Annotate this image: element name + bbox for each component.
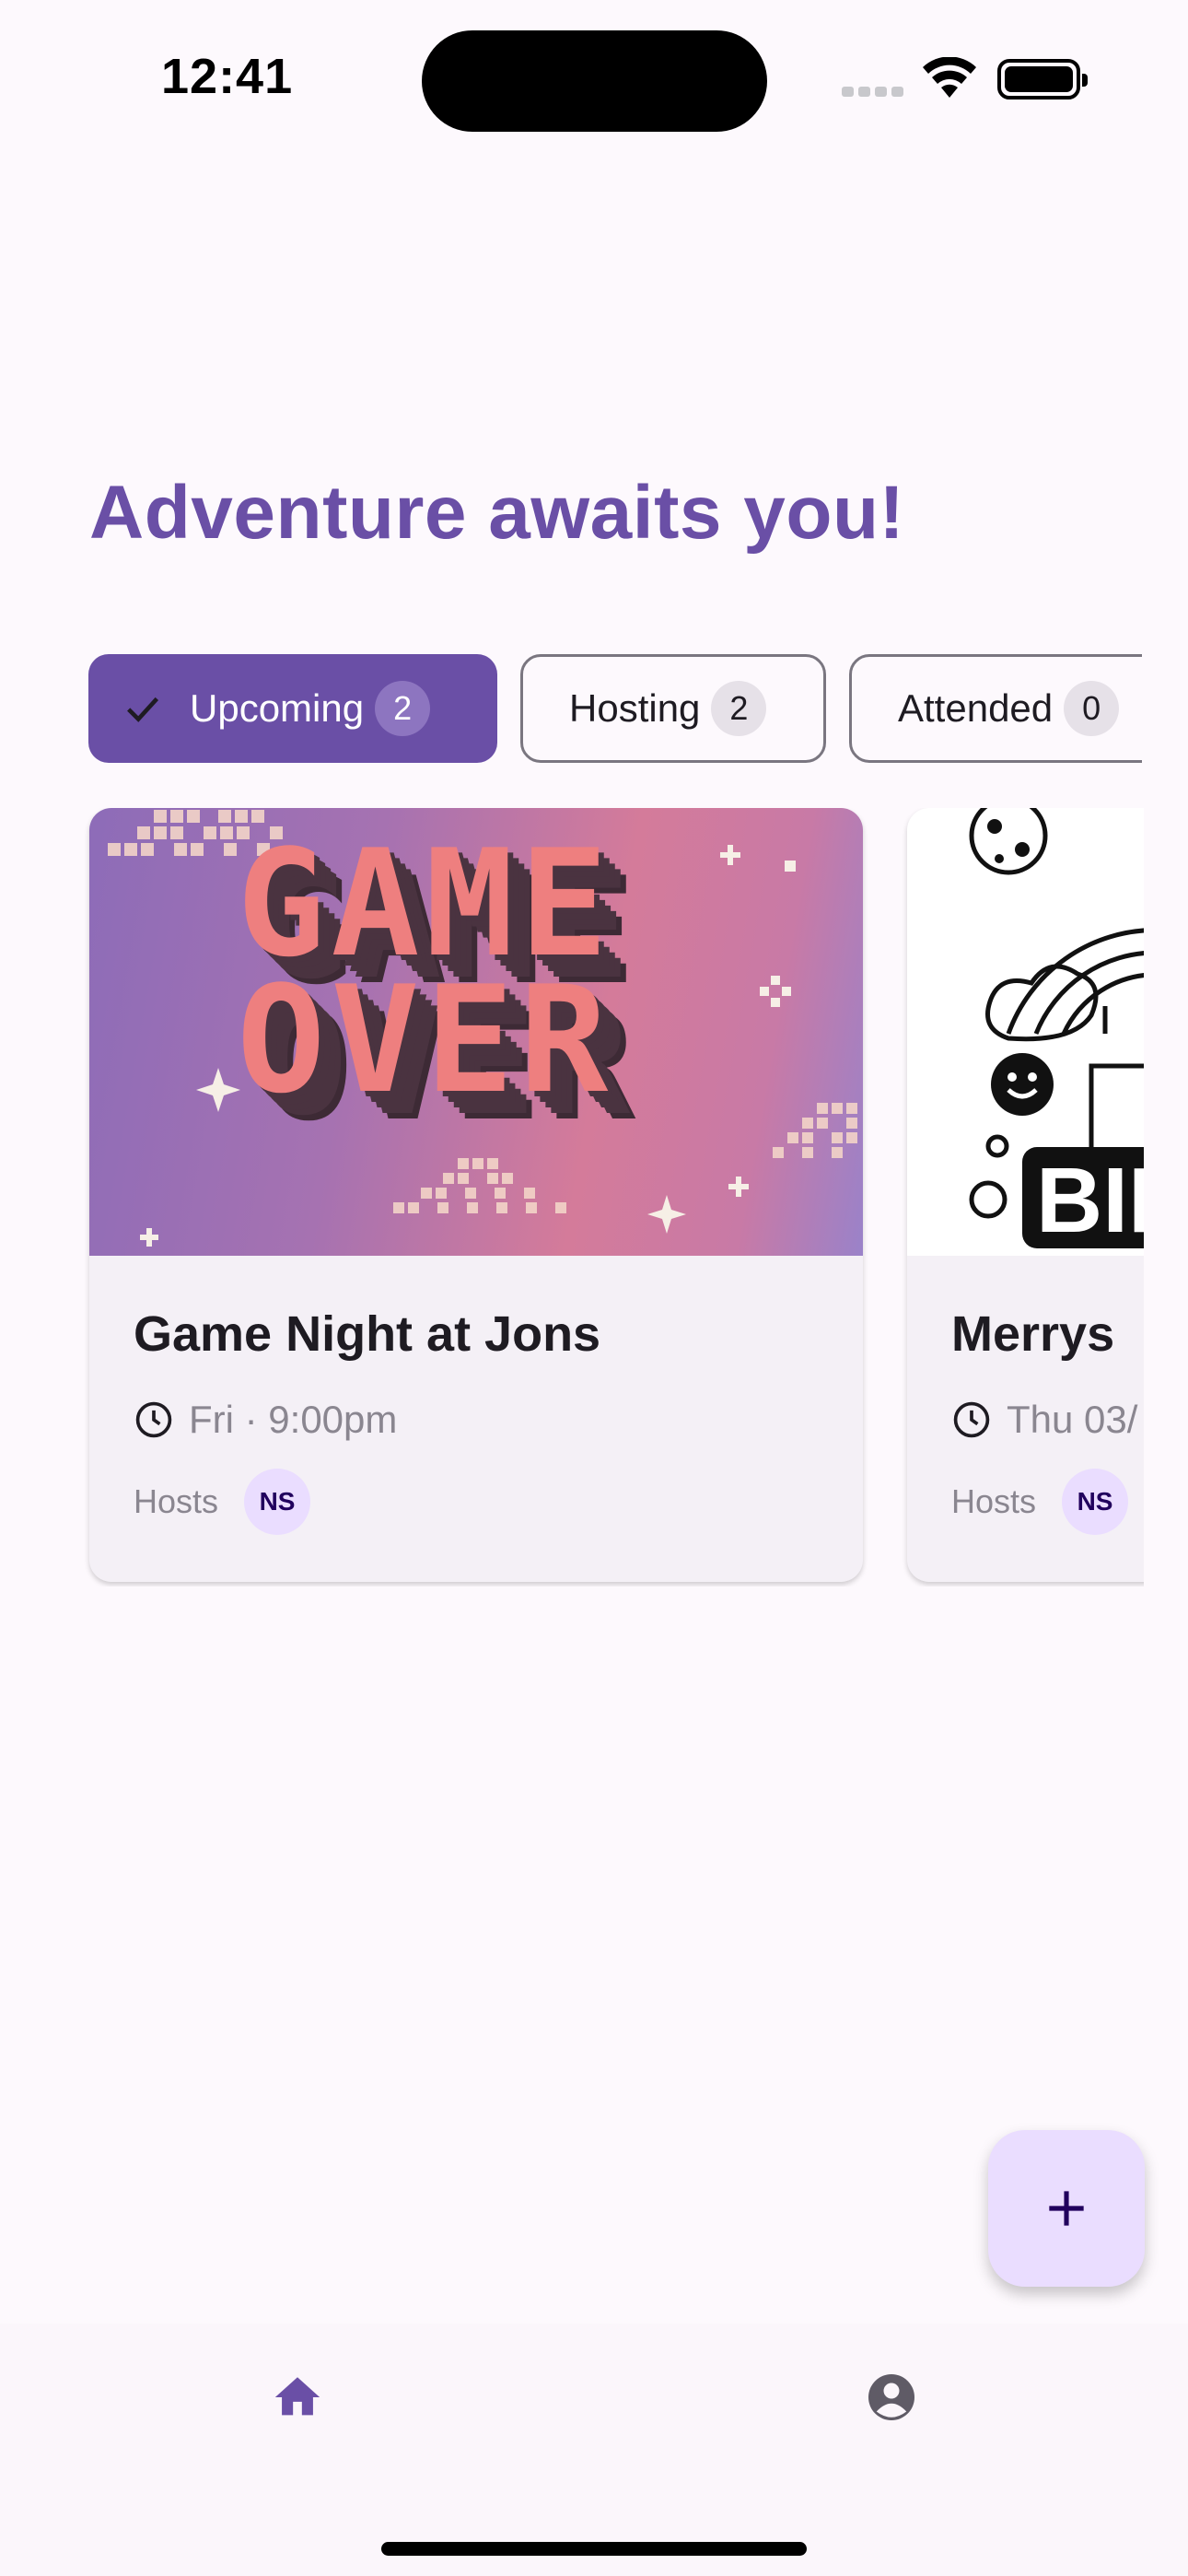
host-avatar[interactable]: NS bbox=[1062, 1469, 1129, 1535]
nav-profile[interactable] bbox=[594, 2324, 1188, 2471]
wifi-icon bbox=[923, 57, 976, 98]
status-time: 12:41 bbox=[161, 49, 294, 104]
cellular-signal-icon bbox=[842, 85, 908, 101]
check-icon bbox=[127, 697, 159, 722]
event-title: Merrys bbox=[951, 1306, 1115, 1362]
filter-chip-count: 2 bbox=[711, 681, 767, 736]
event-cover-image: BIR bbox=[907, 808, 1144, 1256]
event-card-carousel[interactable]: GAME OVER Game Night at Jons Fri · 9:00pm… bbox=[0, 808, 1144, 1587]
clock-icon bbox=[953, 1401, 990, 1438]
create-event-button[interactable] bbox=[988, 2130, 1145, 2287]
home-indicator bbox=[381, 2542, 807, 2556]
event-card[interactable]: BIR Merrys Thu 03/ Hosts NS bbox=[907, 808, 1144, 1582]
svg-text:BIR: BIR bbox=[1036, 1149, 1144, 1252]
filter-chip-upcoming[interactable]: Upcoming 2 bbox=[88, 654, 497, 763]
filter-chip-count: 2 bbox=[375, 681, 431, 736]
hosts-label: Hosts bbox=[951, 1482, 1037, 1520]
filter-chip-row: Upcoming 2 Hosting 2 Attended 0 bbox=[0, 654, 1142, 765]
plus-icon bbox=[1049, 2191, 1084, 2226]
bottom-navigation-bar bbox=[0, 2324, 1188, 2576]
filter-chip-hosting[interactable]: Hosting 2 bbox=[520, 654, 826, 763]
host-avatar[interactable]: NS bbox=[244, 1469, 311, 1535]
event-hosts: Hosts NS bbox=[951, 1469, 1129, 1535]
nav-home[interactable] bbox=[0, 2324, 594, 2471]
dynamic-island bbox=[422, 30, 767, 132]
filter-chip-count: 0 bbox=[1064, 681, 1120, 736]
event-time-text: Thu 03/ bbox=[1007, 1398, 1138, 1441]
home-icon bbox=[274, 2377, 320, 2416]
event-time: Fri · 9:00pm bbox=[134, 1398, 397, 1442]
account-circle-icon bbox=[868, 2374, 914, 2420]
battery-icon bbox=[997, 59, 1088, 100]
event-title: Game Night at Jons bbox=[134, 1306, 601, 1362]
hosts-label: Hosts bbox=[134, 1482, 219, 1520]
event-time: Thu 03/ bbox=[951, 1398, 1137, 1442]
page-title: Adventure awaits you! bbox=[89, 471, 905, 555]
filter-chip-label: Attended bbox=[898, 686, 1054, 730]
event-card[interactable]: GAME OVER Game Night at Jons Fri · 9:00pm… bbox=[89, 808, 863, 1582]
filter-chip-label: Upcoming bbox=[190, 686, 365, 730]
event-hosts: Hosts NS bbox=[134, 1469, 311, 1535]
filter-chip-attended[interactable]: Attended 0 bbox=[849, 654, 1142, 763]
filter-chip-label: Hosting bbox=[569, 686, 701, 730]
event-cover-image: GAME OVER bbox=[89, 808, 863, 1256]
event-time-text: Fri · 9:00pm bbox=[189, 1398, 398, 1441]
clock-icon bbox=[135, 1401, 172, 1438]
status-bar: 12:41 bbox=[0, 0, 1188, 157]
